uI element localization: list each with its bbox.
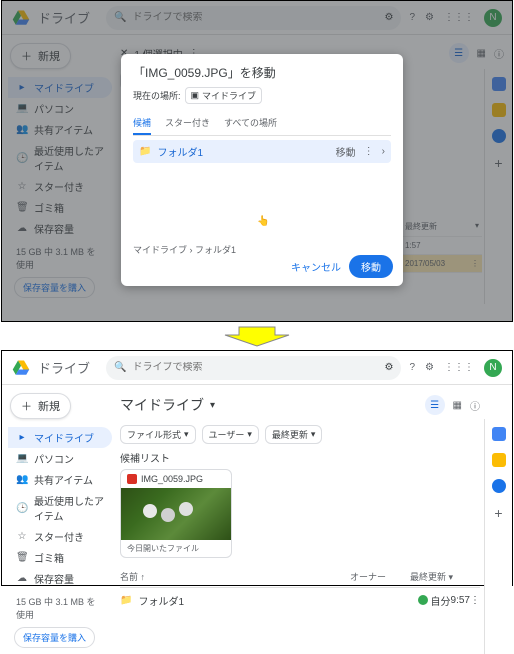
dropdown-icon: ▾	[184, 429, 189, 440]
calendar-icon[interactable]	[492, 427, 506, 441]
trash-icon: 🗑	[16, 552, 28, 563]
col-name[interactable]: 名前 ↑	[120, 570, 350, 583]
card-thumbnail	[121, 488, 231, 540]
star-icon: ☆	[16, 531, 28, 542]
location-label: 現在の場所:	[133, 89, 181, 102]
drive-icon: ▸	[16, 432, 28, 443]
chevron-right-icon[interactable]: ›	[382, 146, 385, 157]
dropdown-icon[interactable]: ▾	[210, 400, 215, 411]
grid-icon[interactable]: ▦	[453, 400, 462, 411]
table-row[interactable]: 📁 フォルダ1 自分 9:57 ⋮	[120, 588, 480, 613]
suggestion-label: 候補リスト	[120, 450, 480, 465]
people-icon: 👥	[16, 474, 28, 485]
cursor-icon: 👆	[257, 216, 269, 227]
computer-icon: 💻	[16, 453, 28, 464]
image-icon	[127, 474, 137, 484]
addon-plus-icon[interactable]: +	[494, 505, 502, 521]
dropdown-icon: ▾	[247, 429, 252, 440]
folder-row[interactable]: 📁 フォルダ1 移動 ⋮ ›	[133, 140, 391, 163]
chip-user[interactable]: ユーザー ▾	[202, 425, 259, 444]
move-dialog: 「IMG_0059.JPG」を移動 現在の場所: ▣マイドライブ 候補 スター付…	[121, 54, 403, 286]
apps-icon[interactable]: ⋮⋮⋮	[444, 362, 474, 373]
dropdown-icon: ▾	[449, 572, 454, 582]
help-icon[interactable]: ?	[409, 362, 415, 373]
col-owner[interactable]: オーナー	[350, 570, 410, 583]
chip-filetype[interactable]: ファイル形式 ▾	[120, 425, 196, 444]
tab-starred[interactable]: スター付き	[165, 112, 210, 135]
dialog-title: 「IMG_0059.JPG」を移動	[133, 64, 391, 81]
tasks-icon[interactable]	[492, 479, 506, 493]
drive-icon: ▣	[191, 90, 200, 101]
info-icon[interactable]: ⓘ	[470, 398, 480, 413]
row-name: フォルダ1	[138, 593, 184, 608]
folder-icon: 📁	[120, 595, 132, 606]
col-modified[interactable]: 最終更新 ▾	[410, 570, 480, 583]
keep-icon[interactable]	[492, 453, 506, 467]
file-card[interactable]: IMG_0059.JPG 今日開いたファイル	[120, 469, 232, 558]
filter-toggle[interactable]: ☰	[425, 395, 445, 415]
sidebar-item-mydrive[interactable]: ▸マイドライブ	[8, 427, 112, 448]
sort-up-icon: ↑	[141, 572, 146, 582]
breadcrumb[interactable]: マイドライブ › フォルダ1	[133, 243, 236, 256]
sidebar-item-recent[interactable]: 🕒最近使用したアイテム	[8, 490, 112, 526]
location-chip[interactable]: ▣マイドライブ	[185, 87, 263, 104]
chip-modified[interactable]: 最終更新 ▾	[265, 425, 323, 444]
sidebar-item-trash[interactable]: 🗑ゴミ箱	[8, 547, 112, 568]
storage-text: 15 GB 中 3.1 MB を使用	[8, 589, 112, 627]
plus-icon: ＋	[21, 398, 32, 414]
arrow-down-icon	[1, 324, 513, 348]
clock-icon: 🕒	[16, 503, 28, 514]
sidebar-item-shared[interactable]: 👥共有アイテム	[8, 469, 112, 490]
sidebar-item-computers[interactable]: 💻パソコン	[8, 448, 112, 469]
drive-logo-icon	[12, 359, 30, 377]
sidebar-item-starred[interactable]: ☆スター付き	[8, 526, 112, 547]
search-bar[interactable]: 🔍 ⚙	[106, 356, 401, 380]
brand-text: ドライブ	[38, 358, 90, 377]
cancel-button[interactable]: キャンセル	[291, 259, 341, 274]
settings-icon[interactable]: ⚙	[425, 362, 434, 373]
folder-icon: 📁	[139, 146, 151, 157]
move-button[interactable]: 移動	[349, 255, 393, 278]
search-input[interactable]	[132, 362, 378, 373]
card-footer: 今日開いたファイル	[121, 540, 231, 557]
cloud-icon: ☁	[16, 573, 28, 584]
filter-icon[interactable]: ⚙	[385, 362, 394, 373]
move-badge: 移動	[336, 144, 356, 159]
new-button[interactable]: ＋新規	[10, 393, 71, 419]
row-date: 9:57 ⋮	[451, 595, 480, 606]
tab-all[interactable]: すべての場所	[224, 112, 277, 135]
search-icon: 🔍	[114, 362, 126, 373]
page-title: マイドライブ	[120, 393, 204, 417]
buy-storage-button[interactable]: 保存容量を購入	[14, 627, 95, 648]
more-icon[interactable]: ⋮	[364, 146, 374, 157]
folder-name: フォルダ1	[157, 144, 203, 159]
card-filename: IMG_0059.JPG	[141, 474, 203, 484]
avatar[interactable]: N	[484, 359, 502, 377]
more-icon[interactable]: ⋮	[470, 595, 480, 606]
dropdown-icon: ▾	[311, 429, 316, 440]
row-owner: 自分	[418, 593, 451, 608]
tab-suggested[interactable]: 候補	[133, 112, 151, 135]
